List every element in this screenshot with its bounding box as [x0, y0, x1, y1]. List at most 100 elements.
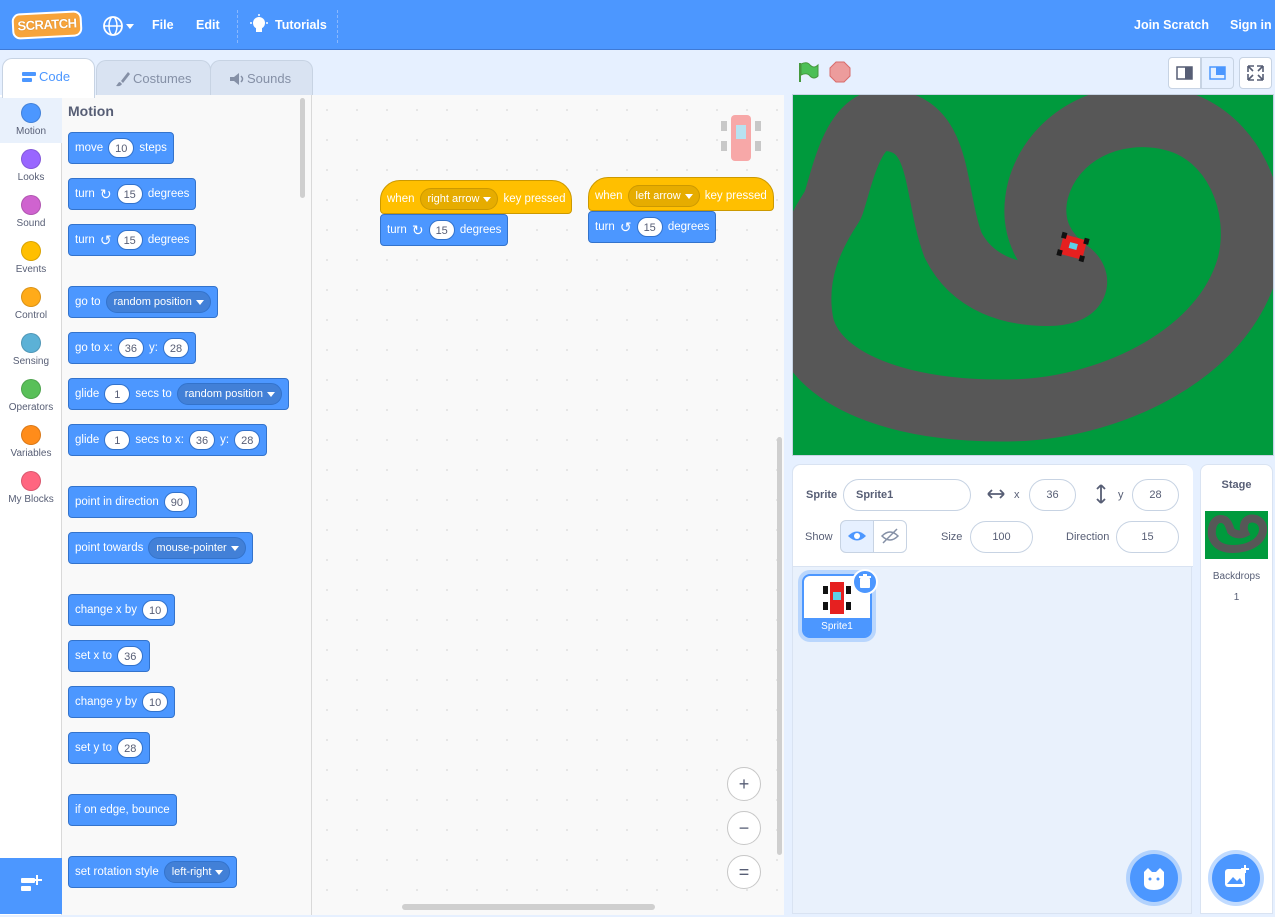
- stage-selector[interactable]: Stage Backdrops 1: [1200, 464, 1273, 914]
- delete-sprite-button[interactable]: [852, 569, 878, 595]
- category-label: Control: [14, 310, 48, 321]
- block-text: turn: [75, 188, 95, 200]
- tab-sounds-label: Sounds: [247, 71, 292, 86]
- key-dropdown[interactable]: left arrow: [627, 185, 700, 207]
- show-sprite-button[interactable]: [840, 520, 874, 553]
- towards-target-dropdown[interactable]: mouse-pointer: [148, 537, 246, 559]
- turn-right-block[interactable]: turn ↻ 15 degrees: [68, 178, 197, 210]
- turn-left-block[interactable]: turn ↺ 15 degrees: [588, 211, 717, 243]
- degrees-input[interactable]: 15: [636, 217, 663, 237]
- steps-input[interactable]: 10: [108, 138, 135, 158]
- palette-scrollbar[interactable]: [300, 98, 305, 198]
- rotation-style-dropdown[interactable]: left-right: [163, 861, 231, 883]
- direction-input[interactable]: 15: [1116, 521, 1179, 553]
- change-x-block[interactable]: change x by 10: [68, 594, 176, 626]
- category-sound[interactable]: Sound: [0, 189, 62, 235]
- go-to-target-dropdown[interactable]: random position: [105, 291, 211, 313]
- dx-input[interactable]: 10: [142, 600, 169, 620]
- sign-in-link[interactable]: Sign in: [1230, 0, 1272, 50]
- block-text: key pressed: [503, 193, 566, 205]
- zoom-in-button[interactable]: +: [727, 767, 761, 801]
- direction-input[interactable]: 90: [163, 492, 190, 512]
- block-text: turn: [387, 224, 407, 236]
- y-position-input[interactable]: 28: [1132, 479, 1179, 511]
- fullscreen-button[interactable]: [1239, 57, 1272, 89]
- block-text: degrees: [147, 188, 190, 200]
- large-stage-button[interactable]: [1201, 57, 1234, 89]
- join-scratch-link[interactable]: Join Scratch: [1134, 0, 1209, 50]
- category-my-blocks[interactable]: My Blocks: [0, 465, 62, 511]
- x-position-input[interactable]: 36: [1029, 479, 1076, 511]
- category-variables[interactable]: Variables: [0, 419, 62, 465]
- category-operators[interactable]: Operators: [0, 373, 62, 419]
- block-text: glide: [75, 434, 100, 446]
- file-menu[interactable]: File: [152, 0, 174, 50]
- when-key-pressed-hat[interactable]: when right arrow key pressed: [380, 180, 573, 214]
- block-text: point towards: [75, 542, 144, 554]
- green-flag-icon[interactable]: [797, 61, 819, 83]
- small-stage-button[interactable]: [1168, 57, 1201, 89]
- point-towards-block[interactable]: point towards mouse-pointer: [68, 532, 253, 564]
- tab-costumes[interactable]: Costumes: [96, 60, 211, 97]
- turn-right-block[interactable]: turn ↻ 15 degrees: [380, 214, 509, 246]
- secs-input[interactable]: 1: [104, 384, 131, 404]
- block-text: turn: [75, 234, 95, 246]
- zoom-reset-button[interactable]: =: [727, 855, 761, 889]
- category-motion[interactable]: Motion: [0, 97, 62, 143]
- when-key-pressed-hat[interactable]: when left arrow key pressed: [588, 177, 774, 211]
- y-input[interactable]: 28: [234, 430, 261, 450]
- y-label: y: [1118, 489, 1124, 501]
- degrees-input[interactable]: 15: [428, 220, 455, 240]
- key-dropdown[interactable]: right arrow: [419, 188, 499, 210]
- language-button[interactable]: [102, 15, 136, 37]
- glide-to-block[interactable]: glide 1 secs to random position: [68, 378, 290, 410]
- size-input[interactable]: 100: [970, 521, 1033, 553]
- turn-left-block[interactable]: turn ↺ 15 degrees: [68, 224, 197, 256]
- glide-to-xy-block[interactable]: glide 1 secs to x: 36 y: 28: [68, 424, 268, 456]
- category-control[interactable]: Control: [0, 281, 62, 327]
- sound-category-icon: [21, 195, 41, 215]
- dy-input[interactable]: 10: [142, 692, 169, 712]
- x-input[interactable]: 36: [117, 646, 144, 666]
- scratch-logo[interactable]: SCRATCH: [11, 10, 83, 40]
- choose-sprite-button[interactable]: [1130, 854, 1178, 902]
- point-in-direction-block[interactable]: point in direction 90: [68, 486, 197, 518]
- x-input[interactable]: 36: [117, 338, 144, 358]
- category-looks[interactable]: Looks: [0, 143, 62, 189]
- stage-canvas[interactable]: [792, 94, 1274, 456]
- go-to-xy-block[interactable]: go to x: 36 y: 28: [68, 332, 197, 364]
- tab-code[interactable]: Code: [2, 58, 95, 98]
- script-horizontal-scrollbar[interactable]: [402, 904, 655, 910]
- show-label: Show: [805, 531, 833, 543]
- secs-input[interactable]: 1: [104, 430, 131, 450]
- tutorials-button[interactable]: Tutorials: [250, 0, 327, 50]
- script-vertical-scrollbar[interactable]: [777, 437, 782, 855]
- tab-sounds[interactable]: Sounds: [210, 60, 313, 97]
- my-blocks-category-icon: [21, 471, 41, 491]
- zoom-out-button[interactable]: −: [727, 811, 761, 845]
- set-y-block[interactable]: set y to 28: [68, 732, 151, 764]
- add-extension-button[interactable]: [0, 858, 62, 914]
- degrees-input[interactable]: 15: [116, 230, 143, 250]
- stop-icon[interactable]: [829, 61, 851, 83]
- hide-sprite-button[interactable]: [873, 520, 907, 553]
- set-x-block[interactable]: set x to 36: [68, 640, 151, 672]
- block-text: secs to: [135, 388, 172, 400]
- rotation-style-block[interactable]: set rotation style left-right: [68, 856, 238, 888]
- sprite-info-panel: Sprite Sprite1 x 36 y 28 Show Size 100 D…: [793, 465, 1193, 567]
- change-y-block[interactable]: change y by 10: [68, 686, 176, 718]
- move-steps-block[interactable]: move 10 steps: [68, 132, 174, 164]
- category-sensing[interactable]: Sensing: [0, 327, 62, 373]
- edit-menu[interactable]: Edit: [196, 0, 220, 50]
- y-input[interactable]: 28: [117, 738, 144, 758]
- category-events[interactable]: Events: [0, 235, 62, 281]
- block-text: if on edge, bounce: [75, 804, 170, 816]
- go-to-block[interactable]: go to random position: [68, 286, 218, 318]
- glide-target-dropdown[interactable]: random position: [176, 383, 283, 405]
- y-input[interactable]: 28: [162, 338, 190, 358]
- sprite-name-input[interactable]: Sprite1: [843, 479, 971, 511]
- bounce-block[interactable]: if on edge, bounce: [68, 794, 177, 826]
- x-input[interactable]: 36: [188, 430, 216, 450]
- degrees-input[interactable]: 15: [116, 184, 143, 204]
- choose-backdrop-button[interactable]: [1212, 854, 1260, 902]
